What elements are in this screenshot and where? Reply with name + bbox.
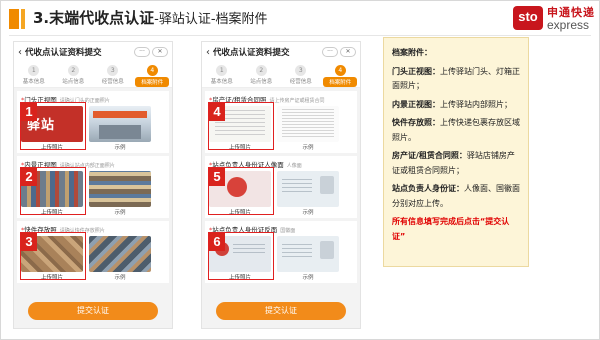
example-id-portrait-photo (277, 171, 339, 207)
instruction-key: 门头正视图： (392, 66, 440, 76)
step-label: 档案附件 (323, 77, 358, 87)
step-basic-info[interactable]: 1 基本信息 (17, 65, 51, 85)
more-icon[interactable]: ··· (134, 47, 150, 57)
header-divider (9, 35, 591, 36)
step-business-info[interactable]: 3 经营信息 (96, 65, 130, 85)
section-parcel-storage: *快件存放照 请确认快件存放照片 上传照片 示例 3 (17, 221, 169, 283)
example-label: 示例 (302, 275, 314, 281)
step-label: 经营信息 (101, 79, 124, 85)
instruction-key: 内景正视图： (392, 99, 440, 109)
callout-badge: 6 (209, 233, 225, 251)
instruction-storefront: 门头正视图：上传驿站门头、灯箱正面照片； (392, 65, 520, 94)
instruction-lease: 房产证/租赁合同照：驿站店铺房产证或租赁合同照片； (392, 149, 520, 178)
nav-bar: ‹ 代收点认证资料提交 ··· ✕ (202, 42, 360, 62)
section-hint: 国徽面 (280, 228, 296, 234)
submit-warning: 所有信息填写完成后点击“提交认证” (392, 217, 510, 241)
page-title-sub: -驿站认证-档案附件 (154, 12, 268, 27)
section-storefront: *门头正视图 请确认门头的正面照片 驿站 上传照片 示例 1 (17, 91, 169, 153)
example-id-back[interactable]: 示例 (277, 236, 339, 281)
page-title-main: 3.末端代收点认证 (33, 9, 155, 27)
section-lease-contract: *房产证/租赁合同照 请上传房产证或租赁合同 上传照片 示例 4 (205, 91, 357, 153)
sto-logo: sto 申通快递 express (513, 3, 594, 35)
close-icon[interactable]: ✕ (152, 47, 168, 57)
callout-badge: 4 (209, 103, 225, 121)
callout-badge: 5 (209, 168, 225, 186)
step-label: 站点信息 (62, 79, 85, 85)
nav-title: 代收点认证资料提交 (25, 48, 102, 58)
example-interior[interactable]: 示例 (89, 171, 151, 216)
back-icon[interactable]: ‹ (206, 47, 210, 58)
step-number: 1 (216, 65, 228, 76)
step-label: 经营信息 (289, 79, 312, 85)
example-parcels[interactable]: 示例 (89, 236, 151, 281)
example-id-front[interactable]: 示例 (277, 171, 339, 216)
callout-badge: 2 (21, 168, 37, 186)
more-icon[interactable]: ··· (322, 47, 338, 57)
step-label: 站点信息 (250, 79, 273, 85)
step-progress: 1 基本信息 2 站点信息 3 经营信息 4 档案附件 (202, 62, 360, 88)
attachment-instructions-panel: 档案附件： 门头正视图：上传驿站门头、灯箱正面照片； 内景正视图：上传驿站内部照… (383, 37, 529, 267)
nav-title: 代收点认证资料提交 (213, 48, 290, 58)
example-storefront-photo (89, 106, 151, 142)
step-label: 档案附件 (135, 77, 170, 87)
title-accent-bar (9, 9, 19, 29)
example-label: 示例 (302, 145, 314, 151)
submit-certification-button[interactable]: 提交认证 (216, 302, 346, 320)
example-label: 示例 (114, 145, 126, 151)
step-site-info[interactable]: 2 站点信息 (244, 65, 278, 85)
example-label: 示例 (114, 210, 126, 216)
step-number: 2 (67, 65, 79, 76)
sto-logo-mark: sto (513, 6, 543, 30)
example-label: 示例 (114, 275, 126, 281)
section-id-emblem: *站点负责人身份证反面 国徽面 上传照片 示例 6 (205, 221, 357, 283)
section-hint: 请上传房产证或租赁合同 (269, 98, 325, 104)
step-label: 基本信息 (22, 79, 45, 85)
sto-logo-en: express (547, 18, 590, 32)
step-number: 3 (107, 65, 119, 76)
page-title: 3.末端代收点认证-驿站认证-档案附件 (33, 7, 268, 28)
example-id-emblem-photo (277, 236, 339, 272)
example-label: 示例 (302, 210, 314, 216)
back-icon[interactable]: ‹ (18, 47, 22, 58)
instruction-key: 快件存放照： (392, 118, 440, 127)
instruction-parcels: 快件存放照：上传快递包裹存放区域照片。 (392, 116, 520, 145)
example-parcel-photo (89, 236, 151, 272)
step-number: 1 (28, 65, 40, 76)
step-attachments[interactable]: 4 档案附件 (323, 65, 358, 87)
example-lease[interactable]: 示例 (277, 106, 339, 151)
phone-screen-left: ‹ 代收点认证资料提交 ··· ✕ 1 基本信息 2 站点信息 3 经营信息 4 档案附… (13, 41, 173, 329)
slide: 3.末端代收点认证-驿站认证-档案附件 sto 申通快递 express ‹ 代… (0, 0, 600, 340)
instruction-key: 房产证/租赁合同照： (392, 151, 467, 160)
step-number: 2 (255, 65, 267, 76)
section-interior: *内景正视图 请确认站点内部正面照片 上传照片 示例 2 (17, 156, 169, 218)
instruction-key: 站点负责人身份证： (392, 184, 464, 193)
phone-screen-right: ‹ 代收点认证资料提交 ··· ✕ 1 基本信息 2 站点信息 3 经营信息 4 档案附… (201, 41, 361, 329)
step-progress: 1 基本信息 2 站点信息 3 经营信息 4 档案附件 (14, 62, 172, 88)
step-number: 4 (146, 65, 158, 76)
instruction-id-card: 站点负责人身份证：人像面、国徽面分别对应上传。 (392, 182, 520, 211)
section-hint: 人像面 (286, 163, 302, 169)
callout-badge: 3 (21, 233, 37, 251)
instruction-interior: 内景正视图：上传驿站内部照片； (392, 98, 520, 113)
example-lease-photo (277, 106, 339, 142)
step-site-info[interactable]: 2 站点信息 (56, 65, 90, 85)
step-attachments[interactable]: 4 档案附件 (135, 65, 170, 87)
step-business-info[interactable]: 3 经营信息 (284, 65, 318, 85)
step-label: 基本信息 (210, 79, 233, 85)
panel-title: 档案附件： (392, 48, 432, 57)
close-icon[interactable]: ✕ (340, 47, 356, 57)
example-storefront[interactable]: 示例 (89, 106, 151, 151)
instruction-text: 上传驿站内部照片； (440, 99, 512, 109)
nav-bar: ‹ 代收点认证资料提交 ··· ✕ (14, 42, 172, 62)
section-id-portrait: *站点负责人身份证人像面 人像面 上传照片 示例 5 (205, 156, 357, 218)
title-accent-bar-light (21, 9, 25, 29)
step-number: 4 (334, 65, 346, 76)
step-number: 3 (295, 65, 307, 76)
example-interior-photo (89, 171, 151, 207)
step-basic-info[interactable]: 1 基本信息 (205, 65, 239, 85)
submit-certification-button[interactable]: 提交认证 (28, 302, 158, 320)
callout-badge: 1 (21, 103, 37, 121)
